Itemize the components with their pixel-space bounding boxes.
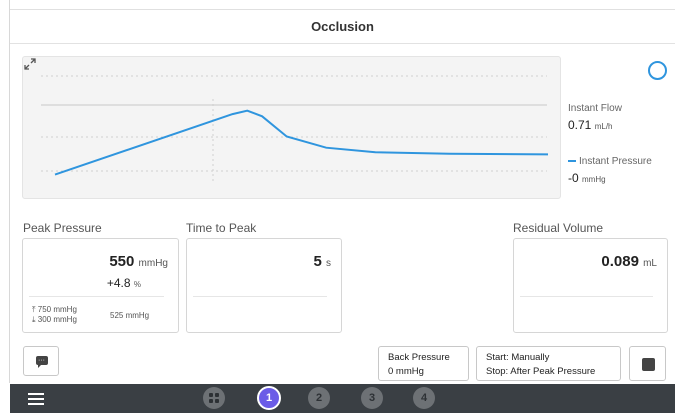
peak-pressure-delta: +4.8 % xyxy=(106,276,141,290)
peak-pressure-card: 550 mmHg +4.8 % ⤒ 750 mmHg ⤓ 300 mmHg 52… xyxy=(22,238,179,333)
divider xyxy=(193,296,327,297)
nav-step-1[interactable]: 1 xyxy=(257,386,281,410)
stop-mode: Stop: After Peak Pressure xyxy=(486,366,596,377)
stop-button[interactable] xyxy=(629,346,666,381)
peak-pressure-label: Peak Pressure xyxy=(23,221,102,235)
instant-pressure-value: -0 mmHg xyxy=(568,171,606,185)
grid-icon[interactable] xyxy=(203,387,225,409)
nav-step-4[interactable]: 4 xyxy=(413,387,435,409)
residual-volume-value: 0.089 mL xyxy=(601,253,657,270)
pressure-chart xyxy=(22,56,561,199)
back-pressure-label: Back Pressure xyxy=(388,352,450,363)
lower-limit-icon: ⤓ xyxy=(32,315,36,324)
start-stop-settings-button[interactable]: Start: Manually Stop: After Peak Pressur… xyxy=(476,346,621,381)
expand-icon[interactable] xyxy=(23,57,37,71)
pressure-limits: ⤒ 750 mmHg ⤓ 300 mmHg xyxy=(32,305,77,324)
comments-button[interactable]: ··· xyxy=(23,346,59,376)
pressure-line-key-icon xyxy=(568,160,576,163)
instant-flow-label: Instant Flow xyxy=(568,103,622,114)
start-mode: Start: Manually xyxy=(486,352,550,363)
back-pressure-value: 0 mmHg xyxy=(388,366,424,377)
peak-pressure-value: 550 mmHg xyxy=(109,253,168,270)
nav-step-2[interactable]: 2 xyxy=(308,387,330,409)
upper-limit-icon: ⤒ xyxy=(32,305,36,314)
residual-volume-card: 0.089 mL xyxy=(513,238,668,333)
time-to-peak-label: Time to Peak xyxy=(186,221,257,235)
residual-volume-label: Residual Volume xyxy=(513,221,604,235)
divider xyxy=(29,296,164,297)
stop-icon xyxy=(642,358,655,371)
instant-flow-value: 0.71 mL/h xyxy=(568,118,613,132)
time-to-peak-card: 5 s xyxy=(186,238,342,333)
chart-plot xyxy=(41,75,549,183)
nav-step-3[interactable]: 3 xyxy=(361,387,383,409)
legend-instant-pressure: Instant Pressure -0 mmHg xyxy=(568,156,652,185)
page-title: Occlusion xyxy=(10,10,675,44)
menu-icon[interactable] xyxy=(28,393,44,405)
window-frame-left xyxy=(9,0,10,383)
legend-instant-flow: Instant Flow 0.71 mL/h xyxy=(568,103,622,132)
loading-spinner-icon xyxy=(648,61,667,80)
back-pressure-button[interactable]: Back Pressure 0 mmHg xyxy=(378,346,469,381)
instant-pressure-label: Instant Pressure xyxy=(579,156,652,167)
divider xyxy=(520,296,653,297)
pressure-setpoint: 525 mmHg xyxy=(110,311,150,320)
time-to-peak-value: 5 s xyxy=(313,253,331,270)
bottom-nav-bar: 1 2 3 4 xyxy=(10,384,675,413)
pressure-series-line xyxy=(54,109,549,176)
